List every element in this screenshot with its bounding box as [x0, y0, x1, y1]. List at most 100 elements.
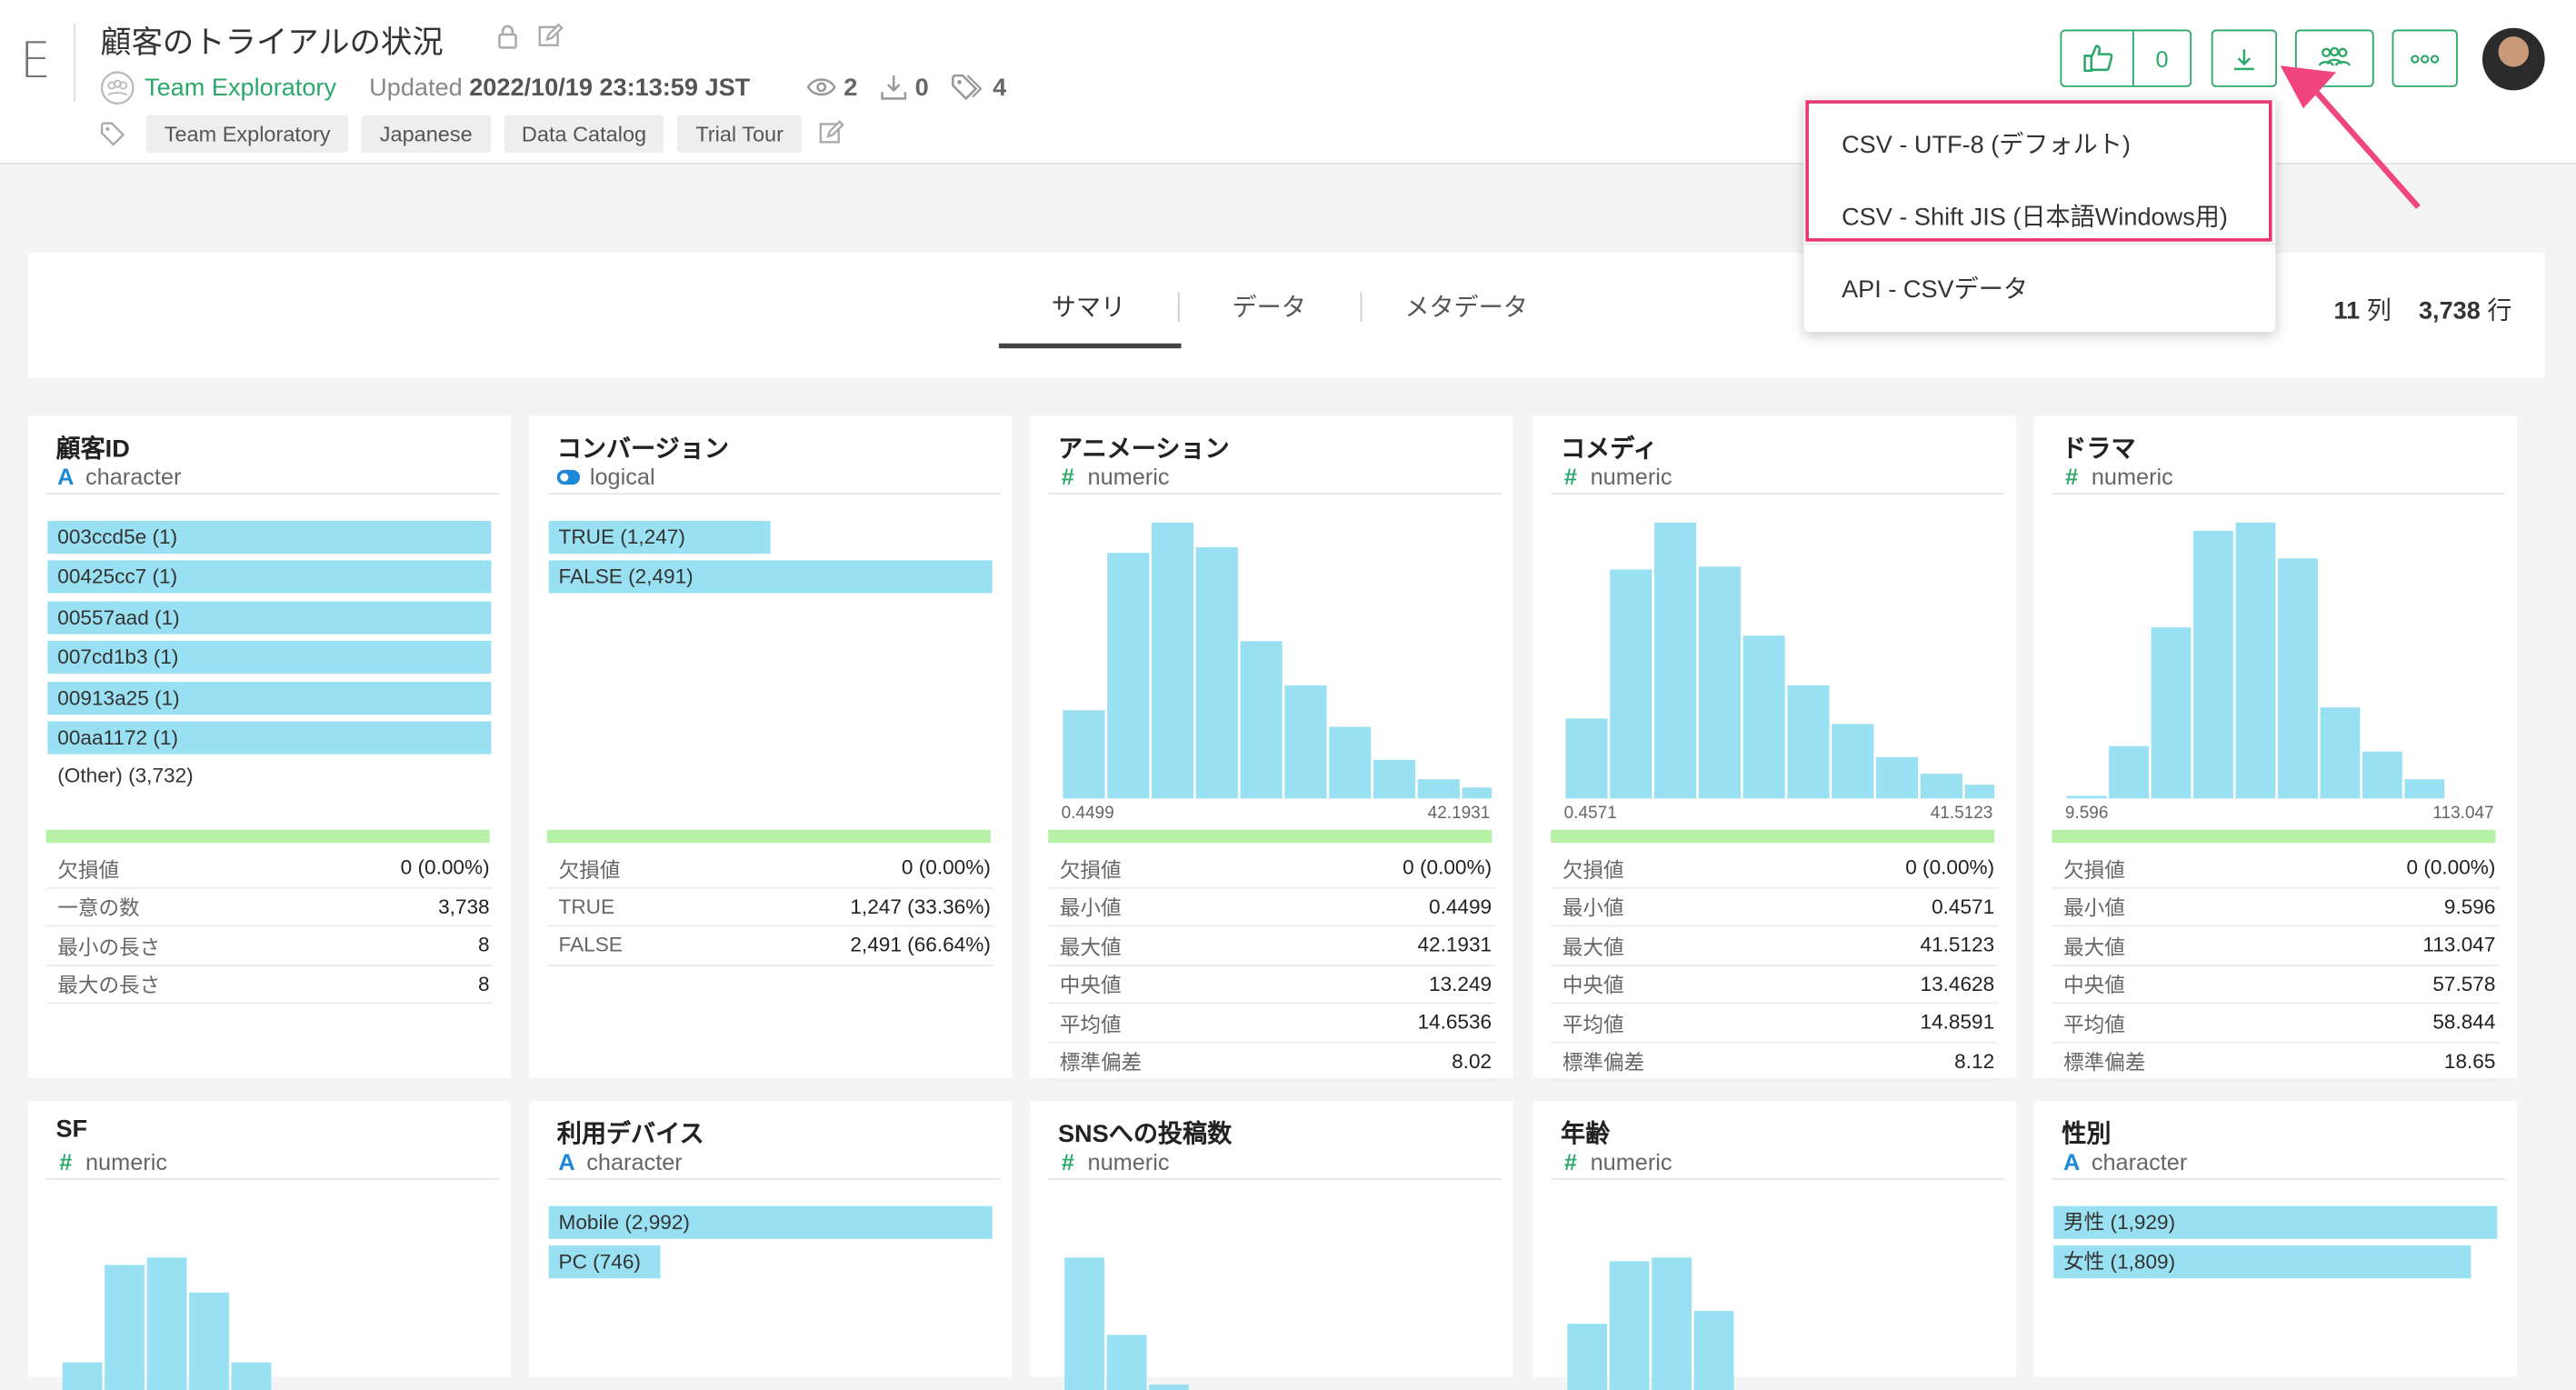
like-button[interactable]: [2062, 31, 2132, 85]
histogram-bar[interactable]: [1787, 685, 1830, 799]
tag-team-exploratory[interactable]: Team Exploratory: [145, 114, 349, 153]
histogram-bar[interactable]: [1063, 710, 1105, 799]
column-name: アニメーション: [1057, 435, 1230, 464]
histogram-bar[interactable]: [1373, 759, 1416, 799]
histogram-bar[interactable]: [1876, 756, 1919, 799]
value-bar[interactable]: 00aa1172 (1): [47, 721, 492, 755]
menu-item-csv-utf8[interactable]: CSV - UTF-8 (デフォルト): [1842, 126, 2131, 161]
histogram[interactable]: [1551, 506, 1995, 799]
column-card[interactable]: 利用デバイス Acharacter Mobile (2,992) PC (746): [528, 1100, 1013, 1377]
tab-data[interactable]: データ: [1233, 289, 1306, 324]
tag-icon: [100, 121, 130, 145]
histogram[interactable]: [2052, 506, 2495, 799]
column-card[interactable]: ドラマ # numeric 9.596 113.047 欠損値 0 (0.00%) 最小値 9.…: [2033, 415, 2517, 1082]
histogram-bar[interactable]: [2066, 795, 2107, 799]
histogram-bar[interactable]: [1284, 685, 1327, 799]
stat-row: FALSE 2,491 (66.64%): [546, 926, 994, 965]
value-bar[interactable]: TRUE (1,247): [548, 520, 771, 555]
user-avatar[interactable]: [2481, 27, 2545, 91]
tag-japanese[interactable]: Japanese: [361, 114, 491, 153]
menu-item-api-csv[interactable]: API - CSVデータ: [1842, 271, 2028, 305]
menu-item-csv-shift-jis[interactable]: CSV - Shift JIS (日本語Windows用): [1842, 199, 2228, 234]
histogram-bar[interactable]: [146, 1257, 187, 1390]
stat-key: 欠損値: [57, 858, 120, 883]
tab-summary[interactable]: サマリ: [1052, 289, 1125, 324]
histogram-bar[interactable]: [1654, 522, 1697, 799]
histogram[interactable]: [1048, 1205, 1492, 1390]
column-card[interactable]: 性別 Acharacter 男性 (1,929) 女性 (1,809): [2033, 1100, 2517, 1377]
app-logo[interactable]: E: [20, 33, 51, 90]
histogram-bar[interactable]: [2235, 522, 2276, 799]
missing-values-bar: [2052, 829, 2496, 844]
card-divider: [45, 1177, 500, 1180]
team-link[interactable]: Team Exploratory: [145, 73, 336, 101]
tab-metadata[interactable]: メタデータ: [1404, 289, 1528, 324]
edit-tags-icon[interactable]: [818, 120, 844, 146]
histogram-bar[interactable]: [1329, 726, 1372, 799]
column-card[interactable]: アニメーション # numeric 0.4499 42.1931 欠損値 0 (0.00%)…: [1030, 415, 1513, 1082]
lock-icon[interactable]: [494, 23, 521, 49]
histogram-bar[interactable]: [1064, 1257, 1104, 1390]
value-bar[interactable]: 007cd1b3 (1): [47, 641, 492, 675]
column-type: # numeric: [1058, 1148, 1170, 1175]
edit-title-icon[interactable]: [537, 23, 564, 49]
histogram-bar[interactable]: [1107, 553, 1150, 799]
histogram-bar[interactable]: [2193, 530, 2233, 799]
histogram-bar[interactable]: [1417, 779, 1460, 799]
value-bar[interactable]: 00913a25 (1): [47, 681, 492, 715]
histogram-bar[interactable]: [105, 1265, 145, 1390]
column-card[interactable]: コンバージョン logical TRUE (1,247) FALSE (2,491) 欠…: [528, 415, 1013, 1078]
column-card[interactable]: コメディ # numeric 0.4571 41.5123 欠損値 0 (0.00%) 最小値…: [1533, 415, 2016, 1082]
value-bar[interactable]: PC (746): [548, 1245, 661, 1279]
histogram-bar[interactable]: [1462, 787, 1493, 799]
histogram-bar[interactable]: [1610, 569, 1652, 799]
column-card[interactable]: SF # numeric: [27, 1100, 512, 1390]
column-card[interactable]: SNSへの投稿数 # numeric: [1030, 1100, 1513, 1390]
value-bar[interactable]: Mobile (2,992): [548, 1205, 993, 1239]
histogram-bar[interactable]: [2320, 707, 2361, 799]
stat-key: 欠損値: [1059, 858, 1122, 883]
stat-row: 最小値 9.596: [2052, 888, 2500, 927]
histogram-bar[interactable]: [1567, 1324, 1608, 1390]
histogram-bar[interactable]: [1149, 1384, 1189, 1390]
histogram-bar[interactable]: [2362, 751, 2402, 799]
histogram-bar[interactable]: [1698, 566, 1741, 799]
column-card[interactable]: 年齢 # numeric: [1533, 1100, 2016, 1390]
stat-row: 標準偏差 8.12: [1551, 1043, 1998, 1082]
value-bar[interactable]: 00425cc7 (1): [47, 561, 492, 595]
histogram-bar[interactable]: [1652, 1257, 1692, 1390]
column-card[interactable]: 顧客ID Acharacter 003ccd5e (1) 00425cc7 (1) 00…: [27, 415, 512, 1078]
histogram-bar[interactable]: [1609, 1261, 1650, 1390]
value-bar[interactable]: FALSE (2,491): [548, 561, 993, 595]
histogram-bar[interactable]: [2109, 745, 2149, 799]
histogram[interactable]: [1551, 1205, 1994, 1390]
histogram-bar[interactable]: [1195, 547, 1238, 799]
histogram-bar[interactable]: [1742, 635, 1785, 799]
histogram-bar[interactable]: [2278, 558, 2318, 799]
stat-key: 標準偏差: [2063, 1052, 2146, 1075]
stat-key: 標準偏差: [1059, 1052, 1143, 1075]
stat-value: 3,738: [438, 895, 490, 918]
histogram-bar[interactable]: [189, 1292, 229, 1390]
value-bar[interactable]: 00557aad (1): [47, 601, 492, 635]
histogram-bar[interactable]: [1240, 641, 1283, 799]
histogram-bar[interactable]: [1693, 1311, 1734, 1390]
value-bar[interactable]: 女性 (1,809): [2053, 1245, 2471, 1279]
value-bar[interactable]: 003ccd5e (1): [47, 520, 492, 555]
histogram-bar[interactable]: [1106, 1335, 1147, 1390]
stat-key: 一意の数: [57, 897, 140, 921]
histogram-bar[interactable]: [1832, 724, 1874, 799]
histogram-bar[interactable]: [2404, 779, 2445, 799]
histogram-bar[interactable]: [2151, 627, 2192, 799]
histogram[interactable]: [1048, 506, 1493, 799]
page-title: 顧客のトライアルの状況: [100, 25, 444, 61]
tag-trial-tour[interactable]: Trial Tour: [677, 114, 802, 153]
value-bar[interactable]: 男性 (1,929): [2053, 1205, 2498, 1239]
histogram-bar[interactable]: [1565, 718, 1608, 799]
histogram-bar[interactable]: [1964, 785, 1995, 799]
tag-data-catalog[interactable]: Data Catalog: [504, 114, 664, 153]
histogram-bar[interactable]: [1151, 522, 1194, 799]
histogram-bar[interactable]: [1920, 774, 1962, 799]
histogram[interactable]: [46, 1205, 490, 1390]
eye-icon: [806, 78, 835, 96]
